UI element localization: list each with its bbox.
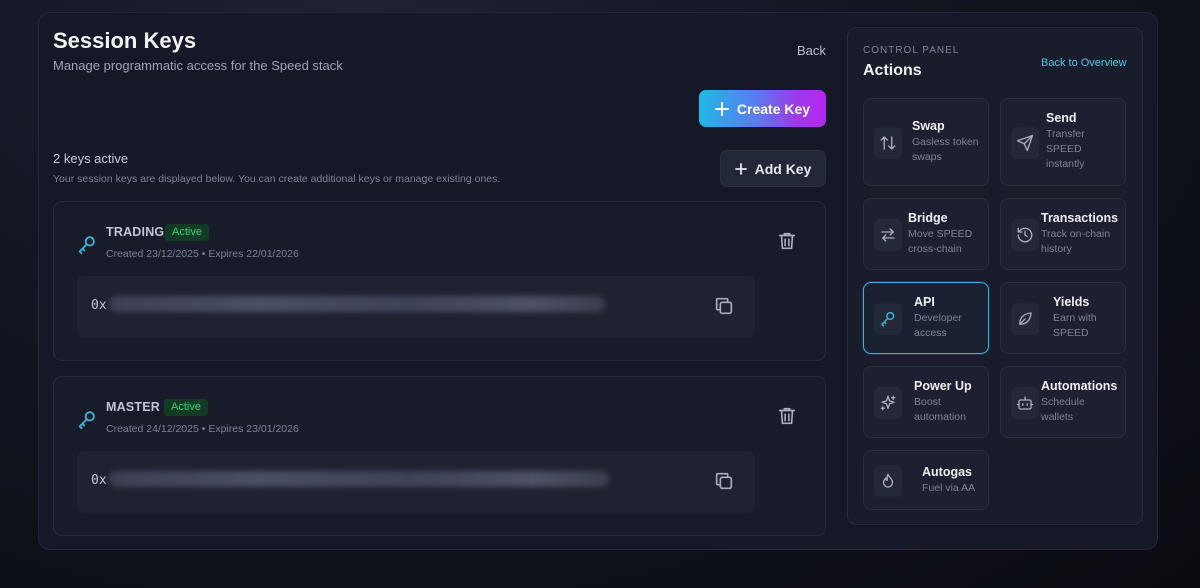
robot-icon (1011, 387, 1039, 419)
action-label: API (914, 295, 935, 309)
action-label: Power Up (914, 379, 972, 393)
bridge-arrows-icon (874, 219, 902, 251)
action-api[interactable]: API Developer access (863, 282, 989, 354)
action-description: Developer access (914, 312, 962, 339)
action-swap[interactable]: Swap Gasless token swaps (863, 98, 989, 186)
plus-icon (734, 162, 747, 175)
action-power-up[interactable]: Power Up Boost automation (863, 366, 989, 438)
create-key-label: Create Key (736, 100, 811, 117)
action-description: Track on-chain history (1041, 228, 1111, 255)
action-description: Boost automation (914, 396, 966, 423)
key-dates: Created 24/12/2025 • Expires 23/01/2026 (106, 423, 299, 435)
key-icon (874, 303, 902, 335)
key-icon (76, 234, 98, 256)
status-badge: Active (164, 399, 208, 416)
plus-icon (714, 101, 729, 116)
action-label: Bridge (908, 211, 948, 225)
delete-key-button[interactable] (776, 405, 798, 427)
copy-icon[interactable] (713, 470, 735, 492)
key-prefix: 0x (91, 473, 107, 488)
keys-hint: Your session keys are displayed below. Y… (53, 173, 501, 185)
create-key-button[interactable]: Create Key (699, 90, 826, 127)
action-send[interactable]: Send Transfer SPEED instantly (1000, 98, 1126, 186)
action-label: Transactions (1041, 211, 1119, 225)
key-name: TRADING (106, 225, 165, 239)
page-title: Session Keys (53, 28, 197, 53)
action-description: Gasless token swaps (912, 136, 979, 163)
keys-count: 2 keys active (53, 151, 129, 166)
action-description: Earn with SPEED (1053, 312, 1097, 339)
action-description: Move SPEED cross-chain (908, 228, 973, 255)
action-label: Swap (912, 119, 945, 133)
key-value-masked: ••••••••••••••••••••••••••••••••••••••••… (109, 296, 605, 312)
action-transactions[interactable]: Transactions Track on-chain history (1000, 198, 1126, 270)
back-link[interactable]: Back (797, 43, 826, 58)
action-yields[interactable]: Yields Earn with SPEED (1000, 282, 1126, 354)
key-name: MASTER (106, 400, 160, 414)
action-label: Send (1046, 111, 1077, 125)
action-description: Fuel via AA (922, 482, 976, 494)
delete-key-button[interactable] (776, 230, 798, 252)
key-value-box: 0x •••••••••••••••••••••••••••••••••••••… (77, 451, 755, 513)
key-value-masked: ••••••••••••••••••••••••••••••••••••••••… (109, 471, 609, 487)
key-prefix: 0x (91, 298, 107, 313)
key-dates: Created 23/12/2025 • Expires 22/01/2026 (106, 248, 299, 260)
panel-label: CONTROL PANEL (863, 45, 960, 56)
status-badge: Active (165, 224, 209, 241)
action-automations[interactable]: Automations Schedule wallets (1000, 366, 1126, 438)
key-icon (76, 409, 98, 431)
key-value-box: 0x •••••••••••••••••••••••••••••••••••••… (77, 276, 755, 338)
history-icon (1011, 219, 1039, 251)
add-key-button[interactable]: Add Key (720, 150, 826, 187)
back-to-overview-link[interactable]: Back to Overview (1041, 57, 1127, 69)
copy-icon[interactable] (713, 295, 735, 317)
panel-title: Actions (863, 62, 922, 79)
action-bridge[interactable]: Bridge Move SPEED cross-chain (863, 198, 989, 270)
app-window: Session Keys Manage programmatic access … (38, 12, 1158, 550)
send-plane-icon (1011, 127, 1039, 159)
session-key-card: TRADING Active Created 23/12/2025 • Expi… (53, 201, 826, 361)
action-label: Yields (1053, 295, 1090, 309)
action-description: Transfer SPEED instantly (1046, 128, 1085, 170)
add-key-label: Add Key (754, 160, 812, 177)
swap-arrows-icon (874, 127, 902, 159)
action-label: Autogas (922, 465, 972, 479)
page-subtitle: Manage programmatic access for the Speed… (53, 58, 343, 73)
leaf-icon (1011, 303, 1039, 335)
session-keys-section: Session Keys Manage programmatic access … (39, 13, 839, 549)
action-description: Schedule wallets (1041, 396, 1085, 423)
sparkle-icon (874, 387, 902, 419)
flame-icon (874, 465, 902, 497)
control-panel: CONTROL PANEL Actions Back to Overview S… (847, 27, 1143, 525)
session-key-card: MASTER Active Created 24/12/2025 • Expir… (53, 376, 826, 536)
action-label: Automations (1041, 379, 1118, 393)
action-autogas[interactable]: Autogas Fuel via AA (863, 450, 989, 510)
